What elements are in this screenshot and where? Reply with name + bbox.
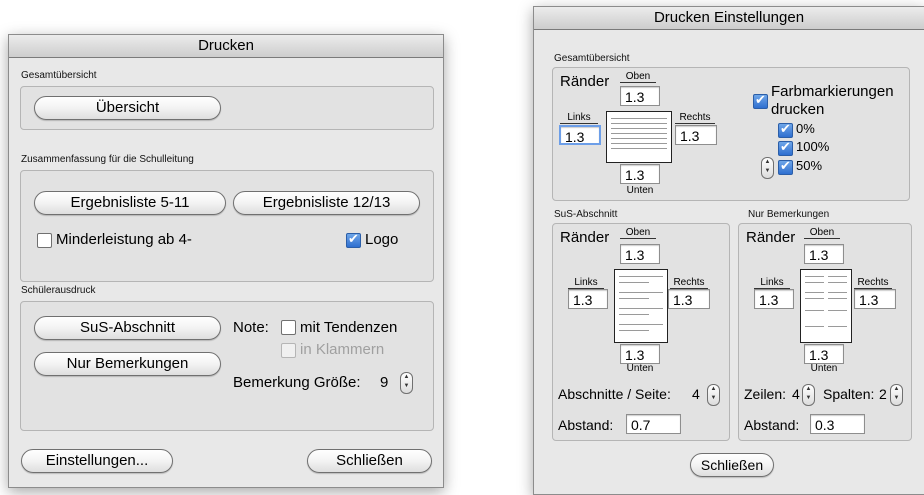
remark-size-value: 9 [380,374,389,391]
close-button-left[interactable]: Schließen [307,449,432,473]
sections-per-page-label: Abschnitte / Seite: [558,386,671,402]
remark-size-label: Bemerkung Größe: [233,374,361,391]
sus-top-field[interactable]: 1.3 [620,244,660,264]
color-marking-checkbox[interactable] [753,92,768,109]
brackets-checkbox[interactable] [281,343,296,358]
tendencies-checkbox[interactable] [281,320,296,335]
settings-button[interactable]: Einstellungen... [21,449,173,473]
overview-right-label: Rechts [675,112,715,124]
sus-margins-label: Ränder [560,229,610,246]
remarks-spacing-field[interactable]: 0.3 [810,414,865,434]
cols-value: 2 [879,386,887,402]
sus-left-field[interactable]: 1.3 [568,289,608,309]
sus-right-label: Rechts [670,277,708,289]
note-label: Note: [233,319,269,336]
remarks-right-field[interactable]: 1.3 [854,289,896,309]
overview-top-field[interactable]: 1.3 [620,86,660,106]
pct-0-checkbox[interactable] [778,121,793,138]
sections-per-page-stepper[interactable]: ▲ ▼ [707,384,720,406]
remarks-margins-label: Ränder [746,229,796,246]
print-window-title: Drucken [9,35,443,58]
overview-button[interactable]: Übersicht [34,96,221,120]
remarks-spacing-label: Abstand: [744,417,800,433]
color-marking-label-line1: Farbmarkierungen [771,83,894,100]
pct-50-label: 50% [796,158,823,173]
remarks-right-label: Rechts [854,277,892,289]
sus-left-label: Links [568,277,604,289]
sus-spacing-label: Abstand: [558,417,614,433]
sus-top-label: Oben [620,227,656,239]
sections-per-page-value: 4 [692,386,700,402]
logo-checkbox[interactable] [346,231,361,248]
sus-bottom-field[interactable]: 1.3 [620,344,660,364]
underperformance-label: Minderleistung ab 4- [56,231,192,248]
rows-label: Zeilen: [744,386,787,402]
print-settings-window-title: Drucken Einstellungen [534,7,924,30]
sus-bottom-label: Unten [626,363,654,374]
overview-right-field[interactable]: 1.3 [675,125,717,145]
remarks-top-label: Oben [804,227,840,239]
remarks-top-field[interactable]: 1.3 [804,244,844,264]
sus-page-preview [614,269,668,343]
remarks-bottom-label: Unten [810,363,838,374]
pct-50-checkbox[interactable] [778,158,793,175]
print-window: Drucken Gesamtübersicht Übersicht Zusamm… [8,34,444,488]
sus-spacing-field[interactable]: 0.7 [626,414,681,434]
pct-100-checkbox[interactable] [778,139,793,156]
overview-bottom-label: Unten [626,185,654,196]
overview-page-preview [606,111,672,163]
summary-groupbox [20,170,434,282]
cols-stepper[interactable]: ▲ ▼ [890,384,903,406]
overview-margins-label: Ränder [560,73,610,90]
sus-section-button[interactable]: SuS-Abschnitt [34,316,221,340]
overview-left-label: Links [560,112,598,124]
results-5-11-button[interactable]: Ergebnisliste 5-11 [34,191,226,215]
remarks-page-preview [800,269,852,343]
overview-left-field[interactable]: 1.3 [559,125,601,145]
tendencies-label: mit Tendenzen [300,319,398,336]
print-settings-window: Drucken Einstellungen Gesamtübersicht Rä… [533,6,924,495]
color-marking-label-line2: drucken [771,101,825,118]
sus-right-field[interactable]: 1.3 [668,289,710,309]
settings-overview-label: Gesamtübersicht [554,53,630,64]
close-button-right[interactable]: Schließen [690,453,774,477]
pct-100-label: 100% [796,139,830,154]
cols-label: Spalten: [823,386,875,402]
pct-0-label: 0% [796,121,815,136]
rows-value: 4 [792,386,800,402]
remarks-only-button[interactable]: Nur Bemerkungen [34,352,221,376]
brackets-label: in Klammern [300,341,385,358]
remarks-left-label: Links [754,277,790,289]
settings-sus-label: SuS-Abschnitt [554,209,618,220]
rows-stepper[interactable]: ▲ ▼ [802,384,815,406]
summary-section-label: Zusammenfassung für die Schulleitung [21,154,194,165]
underperformance-checkbox[interactable] [37,233,52,248]
overview-section-label: Gesamtübersicht [21,70,97,81]
student-print-section-label: Schülerausdruck [21,285,96,296]
pct-stepper[interactable]: ▲ ▼ [761,157,774,179]
settings-remarks-label: Nur Bemerkungen [748,209,830,220]
remarks-left-field[interactable]: 1.3 [754,289,794,309]
overview-bottom-field[interactable]: 1.3 [620,164,660,184]
overview-top-label: Oben [620,71,656,83]
results-12-13-button[interactable]: Ergebnisliste 12/13 [233,191,420,215]
remarks-bottom-field[interactable]: 1.3 [804,344,844,364]
remark-size-stepper[interactable]: ▲ ▼ [400,372,413,394]
logo-label: Logo [365,231,399,248]
